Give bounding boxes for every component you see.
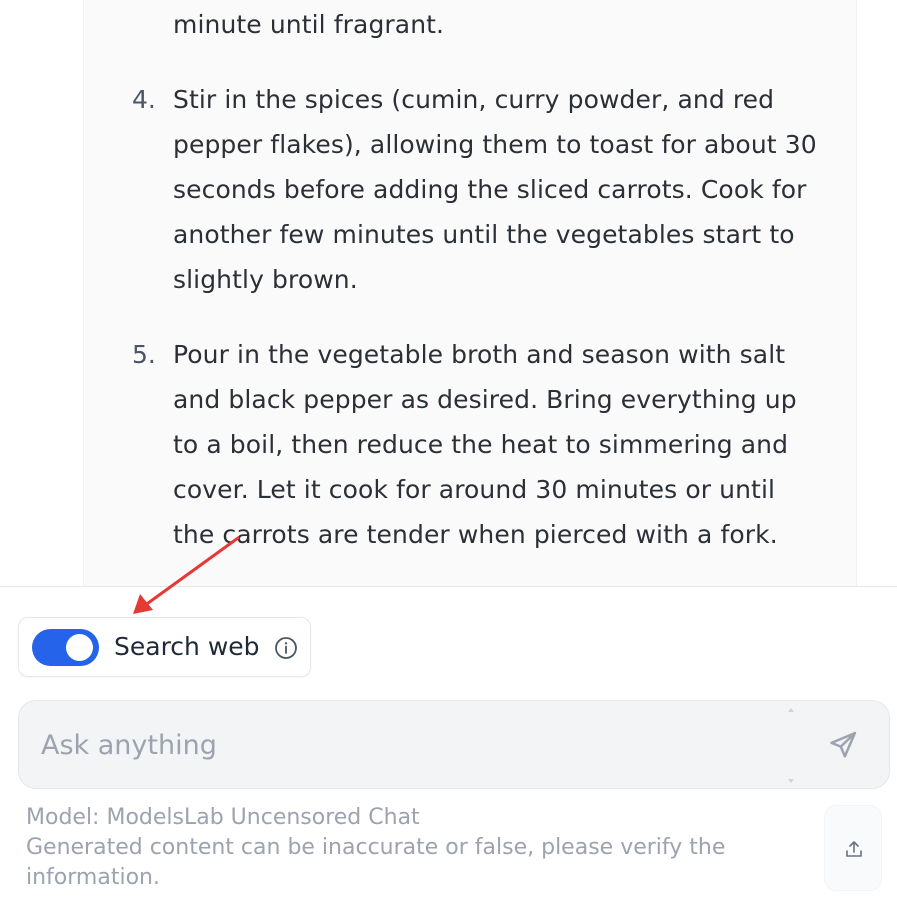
step-5-line: and black pepper as desired. Bring every…	[173, 385, 797, 414]
step-4-line: seconds before adding the sliced carrots…	[173, 175, 807, 204]
ask-input[interactable]	[41, 725, 781, 765]
step-3-tail: minute until fragrant.	[173, 10, 445, 39]
footer-info: Model: ModelsLab Uncensored Chat Generat…	[26, 803, 786, 893]
step-4-number: 4.	[132, 85, 156, 114]
step-4-line: another few minutes until the vegetables…	[173, 220, 795, 249]
step-5-line: Pour in the vegetable broth and season w…	[173, 340, 786, 369]
toggle-knob	[66, 634, 93, 661]
step-4-line: pepper flakes), allowing them to toast f…	[173, 130, 817, 159]
model-label: Model: ModelsLab Uncensored Chat	[26, 805, 420, 830]
info-icon[interactable]	[274, 636, 298, 660]
step-5-line: cover. Let it cook for around 30 minutes…	[173, 475, 776, 504]
search-web-label[interactable]: Search web	[114, 631, 260, 663]
step-4-line: Stir in the spices (cumin, curry powder,…	[173, 85, 775, 114]
upload-button[interactable]	[824, 805, 882, 891]
composer-divider	[0, 586, 897, 587]
search-web-toggle-group: Search web	[18, 617, 311, 677]
chat-area: minute until fragrant. 4. Stir in the sp…	[0, 0, 897, 586]
step-5-line: to a boil, then reduce the heat to simme…	[173, 430, 789, 459]
step-5-number: 5.	[132, 340, 156, 369]
disclaimer-text: Generated content can be inaccurate or f…	[26, 835, 726, 890]
step-4-text: Stir in the spices (cumin, curry powder,…	[173, 77, 833, 302]
upload-icon	[846, 841, 862, 857]
step-4-line: slightly brown.	[173, 265, 358, 294]
scroll-up-icon[interactable]	[787, 707, 795, 713]
scroll-down-icon[interactable]	[787, 778, 795, 784]
step-5-text: Pour in the vegetable broth and season w…	[173, 332, 833, 557]
send-icon[interactable]	[828, 730, 858, 760]
step-5-line: the carrots are tender when pierced with…	[173, 520, 778, 549]
composer	[18, 700, 890, 789]
search-web-toggle[interactable]	[32, 629, 99, 666]
